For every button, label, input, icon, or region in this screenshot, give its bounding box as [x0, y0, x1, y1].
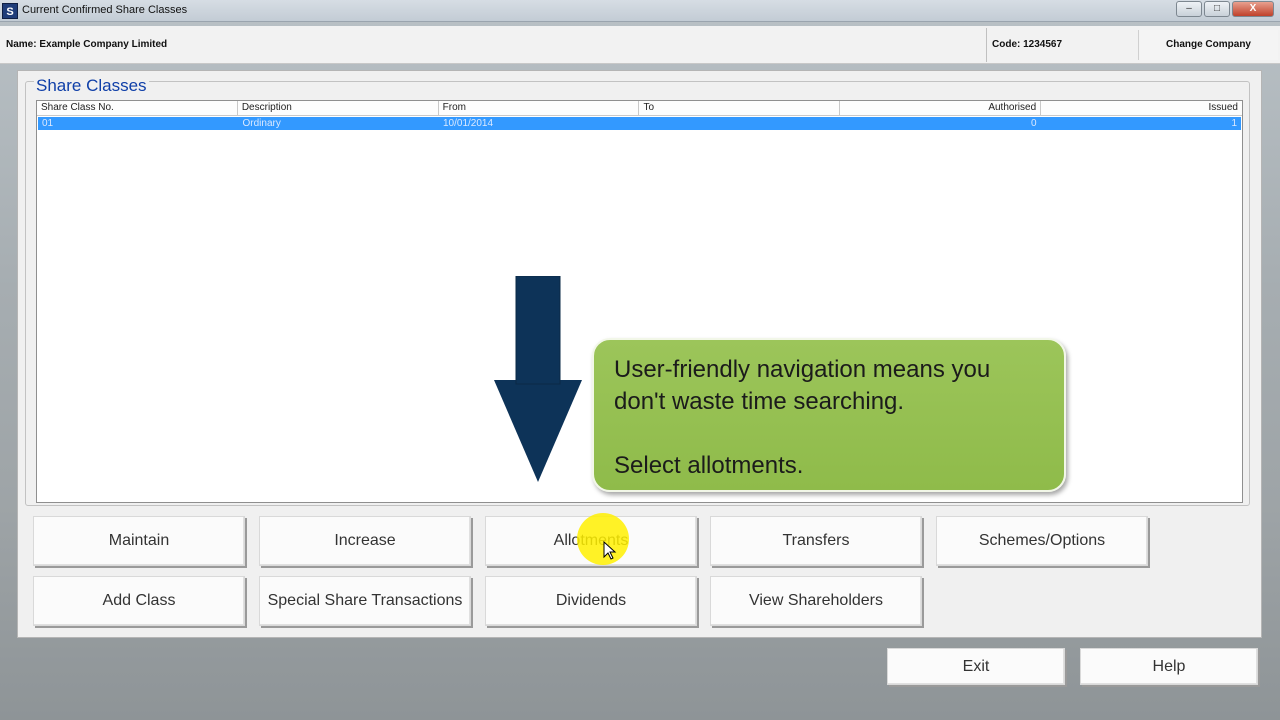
special-share-transactions-button[interactable]: Special Share Transactions [259, 576, 471, 626]
table-row[interactable]: 01 Ordinary 10/01/2014 0 1 [38, 117, 1241, 130]
increase-button[interactable]: Increase [259, 516, 471, 566]
column-header-description[interactable]: Description [238, 101, 439, 115]
cell-issued: 1 [1231, 118, 1237, 129]
callout-line-1: User-friendly navigation means you [614, 356, 991, 383]
mouse-pointer-icon [603, 541, 617, 560]
list-header: Share Class No. Description From To Auth… [37, 101, 1242, 116]
dividends-button[interactable]: Dividends [485, 576, 697, 626]
cell-description: Ordinary [242, 118, 281, 129]
callout-gap [614, 418, 1044, 450]
column-header-to[interactable]: To [639, 101, 841, 115]
transfers-button[interactable]: Transfers [710, 516, 922, 566]
cell-from: 10/01/2014 [443, 118, 494, 129]
view-shareholders-button[interactable]: View Shareholders [710, 576, 922, 626]
callout-line-3: Select allotments. [614, 452, 804, 479]
company-name: Name: Example Company Limited [6, 39, 168, 50]
add-class-button[interactable]: Add Class [33, 576, 245, 626]
schemes-options-button[interactable]: Schemes/Options [936, 516, 1148, 566]
cell-authorised: 0 [1030, 118, 1037, 129]
down-arrow-icon [494, 276, 582, 482]
title-bar: S Current Confirmed Share Classes – □ X [0, 0, 1280, 22]
company-code: Code: 1234567 [992, 39, 1063, 50]
tutorial-callout: User-friendly navigation means you don't… [592, 338, 1066, 492]
company-info-bar: Name: Example Company Limited Code: 1234… [0, 26, 1280, 64]
minimize-button[interactable]: – [1176, 1, 1202, 17]
group-title: Share Classes [34, 76, 149, 96]
exit-button[interactable]: Exit [887, 648, 1065, 685]
app-icon: S [2, 3, 18, 19]
change-company-button[interactable]: Change Company [1138, 30, 1278, 60]
column-header-authorised[interactable]: Authorised [840, 101, 1042, 115]
help-button[interactable]: Help [1080, 648, 1258, 685]
window-controls: – □ X [1176, 1, 1274, 17]
info-divider [986, 28, 987, 62]
close-button[interactable]: X [1232, 1, 1274, 17]
cell-share-class-no: 01 [42, 118, 54, 129]
column-header-share-class-no[interactable]: Share Class No. [37, 101, 238, 115]
column-header-issued[interactable]: Issued [1041, 101, 1242, 115]
window-title: Current Confirmed Share Classes [22, 4, 188, 16]
maximize-button[interactable]: □ [1204, 1, 1230, 17]
column-header-from[interactable]: From [439, 101, 640, 115]
callout-line-2: don't waste time searching. [614, 388, 905, 415]
maintain-button[interactable]: Maintain [33, 516, 245, 566]
cell-to [640, 117, 841, 130]
